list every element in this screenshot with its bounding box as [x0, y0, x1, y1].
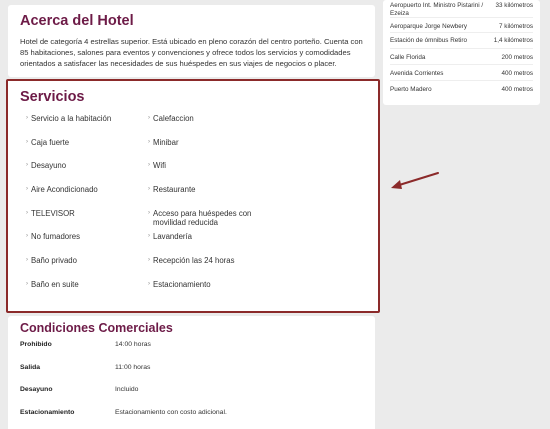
service-label: Restaurante [153, 185, 196, 195]
chevron-right-icon: › [26, 280, 28, 287]
condition-key: Estacionamiento [20, 408, 75, 416]
service-item: › Acceso para huéspedes con movilidad red… [148, 209, 278, 233]
condition-key: Salida [20, 363, 41, 371]
service-item: › Caja fuerte [26, 138, 148, 162]
condition-row: Prohibido 14:00 horas [20, 341, 363, 364]
service-item: › Restaurante [148, 185, 278, 209]
service-label: Baño en suite [31, 279, 79, 289]
service-item: › Calefaccion [148, 114, 278, 138]
service-label: Estacionamiento [153, 279, 211, 289]
service-item: › Servicio a la habitación [26, 114, 148, 138]
services-title: Servicios [20, 89, 85, 105]
service-item: › Wifi [148, 161, 278, 185]
service-item: › Desayuno [26, 161, 148, 185]
service-label: No fumadores [31, 232, 80, 242]
distance-value: 1,4 kilómetros [493, 37, 533, 44]
chevron-right-icon: › [26, 186, 28, 193]
service-label: Acceso para huéspedes con movilidad redu… [153, 208, 252, 227]
chevron-right-icon: › [148, 138, 150, 145]
distance-value: 400 metros [501, 70, 534, 77]
about-title: Acerca del Hotel [20, 13, 134, 29]
service-item: › Baño privado [26, 256, 148, 280]
distance-value: 200 metros [501, 54, 534, 61]
distance-row: Avenida Corrientes 400 metros [390, 65, 533, 81]
service-label: Baño privado [31, 256, 77, 266]
service-item: › Minibar [148, 138, 278, 162]
distance-place: Avenida Corrientes [390, 70, 444, 77]
service-label: Wifi [153, 161, 166, 171]
chevron-right-icon: › [148, 257, 150, 264]
service-label: TELEVISOR [31, 208, 75, 218]
chevron-right-icon: › [148, 233, 150, 240]
chevron-right-icon: › [26, 209, 28, 216]
service-label: Desayuno [31, 161, 67, 171]
service-item: › Aire Acondicionado [26, 185, 148, 209]
chevron-right-icon: › [26, 233, 28, 240]
service-item: › Lavandería [148, 232, 278, 256]
service-item: › Estacionamiento [148, 280, 278, 304]
condition-value: 11:00 horas [115, 363, 151, 371]
distance-value: 7 kilómetros [499, 23, 533, 30]
about-hotel-card: Acerca del Hotel Hotel de categoría 4 es… [8, 5, 375, 77]
chevron-right-icon: › [148, 209, 150, 216]
chevron-right-icon: › [26, 162, 28, 169]
service-item: › TELEVISOR [26, 209, 148, 233]
service-item: › Recepción las 24 horas [148, 256, 278, 280]
distance-place: Estación de ómnibus Retiro [390, 37, 468, 44]
commercial-conditions-card: Condiciones Comerciales Prohibido 14:00 … [8, 316, 375, 429]
chevron-right-icon: › [148, 115, 150, 121]
chevron-right-icon: › [148, 186, 150, 193]
condition-row: Desayuno Incluido [20, 386, 363, 409]
service-label: Servicio a la habitación [31, 114, 112, 123]
condition-row: Salida 11:00 horas [20, 364, 363, 387]
distance-place: Calle Florida [390, 54, 426, 61]
distance-value: 33 kilómetros [495, 2, 533, 9]
distances-card: Aeropuerto Int. Ministro Pistarini / Eze… [383, 0, 540, 105]
service-item: › No fumadores [26, 232, 148, 256]
distance-place: Aeropuerto Int. Ministro Pistarini / Eze… [390, 2, 484, 17]
service-label: Recepción las 24 horas [153, 256, 235, 266]
chevron-right-icon: › [26, 138, 28, 145]
chevron-right-icon: › [26, 115, 28, 121]
condition-key: Desayuno [20, 386, 53, 393]
services-list: › Servicio a la habitación › Calefaccion ›… [26, 114, 366, 304]
condition-value: 14:00 horas [115, 341, 151, 348]
chevron-right-icon: › [148, 280, 150, 287]
services-card: Servicios › Servicio a la habitación › Cal… [6, 79, 380, 313]
service-label: Calefaccion [153, 114, 194, 123]
distance-row: Aeroparque Jorge Newbery 7 kilómetros [390, 18, 533, 33]
about-description: Hotel de categoría 4 estrellas superior.… [20, 37, 363, 69]
condition-value: Incluido [115, 386, 139, 393]
distance-place: Aeroparque Jorge Newbery [390, 23, 468, 30]
condition-row: Estacionamiento Estacionamiento con cost… [20, 409, 363, 429]
chevron-right-icon: › [148, 162, 150, 169]
service-label: Caja fuerte [31, 137, 70, 147]
distance-row: Puerto Madero 400 metros [390, 81, 533, 101]
distance-row: Calle Florida 200 metros [390, 49, 533, 65]
condition-value: Estacionamiento con costo adicional. [115, 408, 227, 416]
distance-row: Aeropuerto Int. Ministro Pistarini / Eze… [390, 0, 533, 18]
service-item: › Baño en suite [26, 280, 148, 304]
service-label: Lavandería [153, 232, 193, 242]
annotation-arrow-icon [391, 172, 439, 189]
service-label: Aire Acondicionado [31, 185, 98, 195]
conditions-title: Condiciones Comerciales [20, 321, 173, 335]
distance-place: Puerto Madero [390, 86, 432, 93]
chevron-right-icon: › [26, 257, 28, 264]
distance-value: 400 metros [501, 86, 534, 93]
service-label: Minibar [153, 137, 179, 147]
condition-key: Prohibido [20, 341, 52, 348]
distance-row: Estación de ómnibus Retiro 1,4 kilómetro… [390, 33, 533, 49]
